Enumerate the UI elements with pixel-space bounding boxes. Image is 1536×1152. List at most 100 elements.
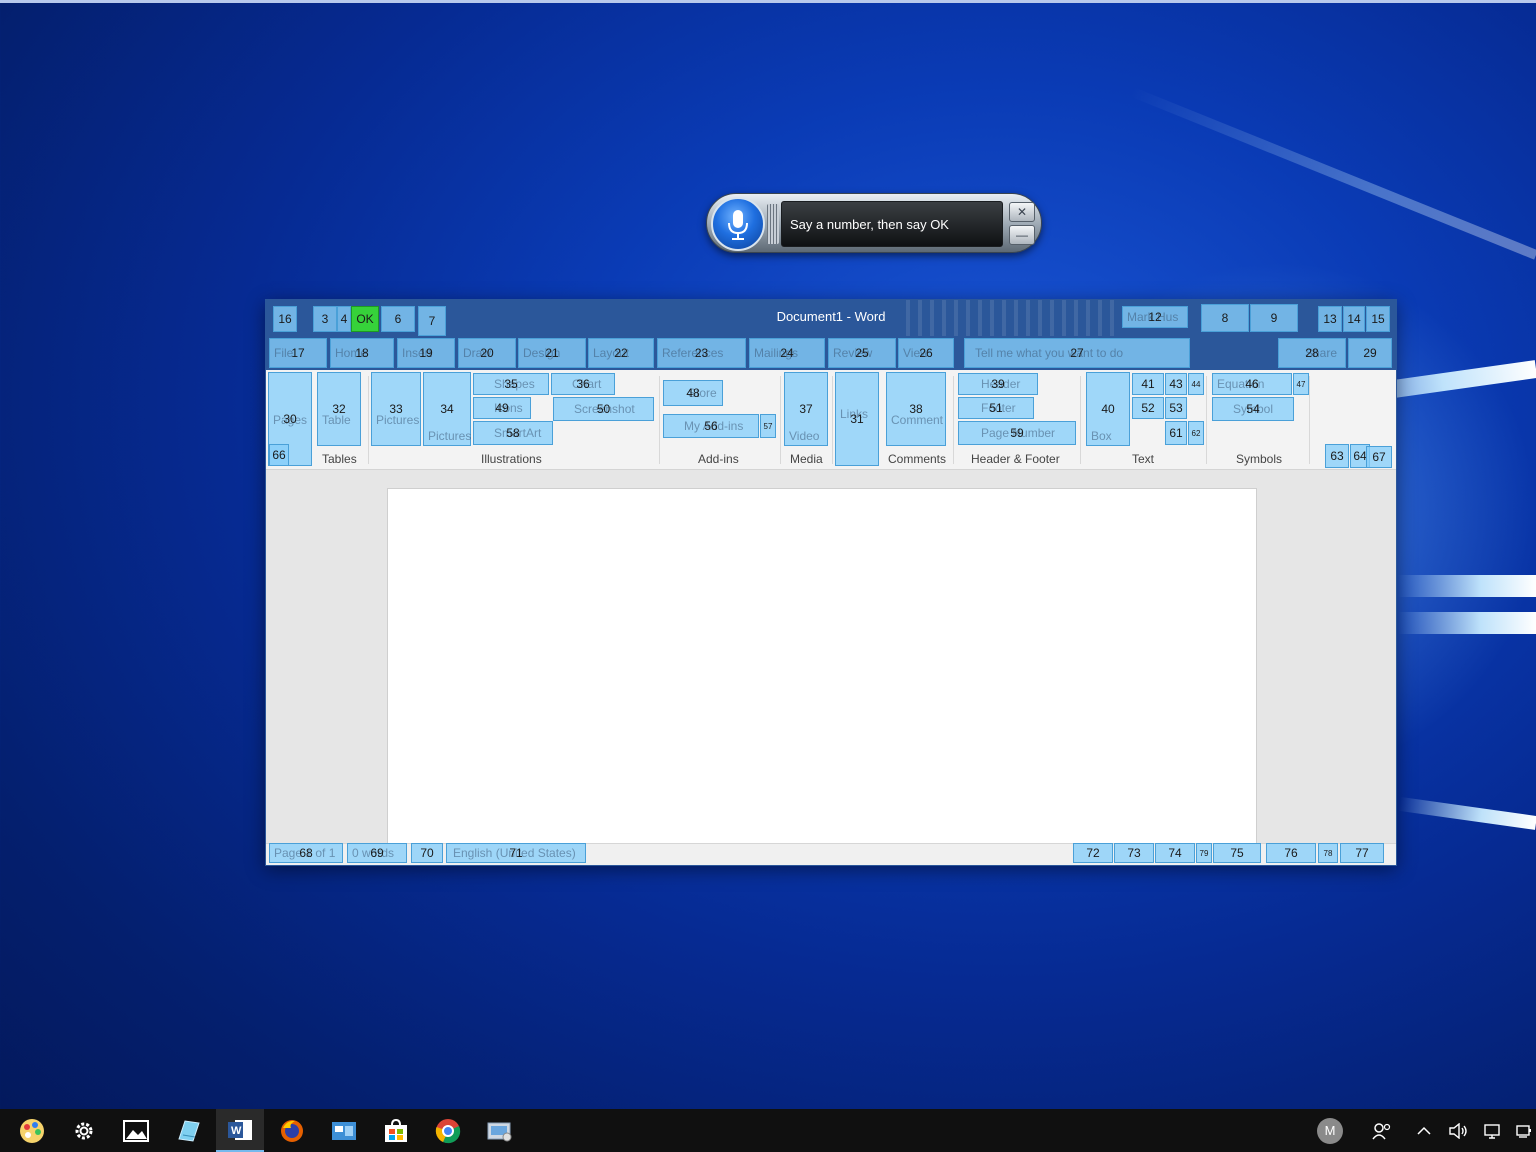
notepad-icon[interactable] bbox=[164, 1109, 212, 1152]
word-icon[interactable]: W bbox=[216, 1109, 264, 1152]
overlay-47-equation-dropdown[interactable]: 47 bbox=[1293, 373, 1309, 395]
overlay-14-restore[interactable]: 14 bbox=[1343, 306, 1365, 332]
overlay-39-header[interactable]: Header 39 bbox=[958, 373, 1038, 395]
overlay-16-save[interactable]: 16 bbox=[273, 306, 297, 332]
overlay-61-object[interactable]: 61 bbox=[1165, 421, 1187, 445]
overlay-8-ribbon-options[interactable]: 8 bbox=[1201, 304, 1249, 332]
overlay-57-my-addins-dropdown[interactable]: 57 bbox=[760, 414, 776, 438]
microphone-button[interactable] bbox=[711, 197, 765, 251]
overlay-72-focus-mode[interactable]: 72 bbox=[1073, 843, 1113, 863]
group-label-header-footer: Header & Footer bbox=[971, 452, 1060, 466]
paint-icon[interactable] bbox=[8, 1109, 56, 1152]
overlay-12-account[interactable]: Mark Hus 12 bbox=[1122, 306, 1188, 328]
overlay-58-smartart[interactable]: SmartArt 58 bbox=[473, 421, 553, 445]
document-page[interactable] bbox=[387, 488, 1257, 845]
overlay-25-tab-review[interactable]: Review 25 bbox=[828, 338, 896, 368]
overlay-67-ribbon-pin[interactable]: 67 bbox=[1366, 446, 1392, 468]
overlay-49-icons[interactable]: Icons 49 bbox=[473, 397, 531, 419]
network-icon[interactable] bbox=[1478, 1109, 1506, 1152]
overlay-32-table[interactable]: Table 32 bbox=[317, 372, 361, 446]
overlay-22-tab-layout[interactable]: Layout 22 bbox=[588, 338, 654, 368]
battery-icon[interactable] bbox=[1512, 1109, 1536, 1152]
overlay-27-tell-me[interactable]: Tell me what you want to do 27 bbox=[964, 338, 1190, 368]
overlay-59-page-number[interactable]: Page Number 59 bbox=[958, 421, 1076, 445]
overlay-4-undo-dropdown[interactable]: 4 bbox=[337, 306, 351, 332]
overlay-43-signature-line[interactable]: 43 bbox=[1165, 373, 1187, 395]
group-separator bbox=[780, 376, 781, 464]
overlay-38-comment[interactable]: Comment 38 bbox=[886, 372, 946, 446]
overlay-28-share[interactable]: Share 28 bbox=[1278, 338, 1346, 368]
overlay-24-tab-mailings[interactable]: Mailings 24 bbox=[749, 338, 825, 368]
overlay-number: 35 bbox=[504, 377, 518, 391]
overlay-17-tab-file[interactable]: File 17 bbox=[269, 338, 327, 368]
speech-recognition-bar[interactable]: Say a number, then say OK ✕ — bbox=[706, 193, 1042, 253]
overlay-71-language[interactable]: English (United States) 71 bbox=[446, 843, 586, 863]
overlay-20-tab-draw[interactable]: Draw 20 bbox=[458, 338, 516, 368]
overlay-41-quick-parts[interactable]: 41 bbox=[1132, 373, 1164, 395]
overlay-13-maximize[interactable]: 13 bbox=[1318, 306, 1342, 332]
settings-icon[interactable] bbox=[60, 1109, 108, 1152]
overlay-21-tab-design[interactable]: Design 21 bbox=[518, 338, 586, 368]
overlay-number: 39 bbox=[991, 377, 1005, 391]
overlay-54-symbol[interactable]: Symbol 54 bbox=[1212, 397, 1294, 421]
overlay-75-zoom-out[interactable]: 75 bbox=[1213, 843, 1261, 863]
overlay-29-comments-pane[interactable]: 29 bbox=[1348, 338, 1392, 368]
control-panel-icon[interactable] bbox=[476, 1109, 524, 1152]
overlay-7-customize-toolbar[interactable]: 7 bbox=[418, 306, 446, 336]
overlay-73-read-mode[interactable]: 73 bbox=[1114, 843, 1154, 863]
overlay-62-object-dropdown[interactable]: 62 bbox=[1188, 421, 1204, 445]
overlay-37-online-video[interactable]: Video 37 bbox=[784, 372, 828, 446]
overlay-63-collapse-ribbon[interactable]: 63 bbox=[1325, 444, 1349, 468]
overlay-51-footer[interactable]: Footer 51 bbox=[958, 397, 1034, 419]
account-avatar[interactable]: M bbox=[1314, 1109, 1346, 1152]
overlay-46-equation[interactable]: Equation 46 bbox=[1212, 373, 1292, 395]
overlay-35-shapes[interactable]: Shapes 35 bbox=[473, 373, 549, 395]
people-icon[interactable] bbox=[1368, 1109, 1396, 1152]
overlay-48-store[interactable]: Store 48 bbox=[663, 380, 723, 406]
overlay-9-minimize[interactable]: 9 bbox=[1250, 304, 1298, 332]
overlay-ok-redo[interactable]: OK bbox=[351, 306, 379, 332]
volume-icon[interactable] bbox=[1444, 1109, 1472, 1152]
overlay-50-screenshot[interactable]: Screenshot 50 bbox=[553, 397, 654, 421]
overlay-70-proofing[interactable]: 70 bbox=[411, 843, 443, 863]
overlay-36-chart[interactable]: Chart 36 bbox=[551, 373, 615, 395]
overlay-74-print-layout[interactable]: 74 bbox=[1155, 843, 1195, 863]
overlay-78-zoom-in[interactable]: 78 bbox=[1318, 843, 1338, 863]
firefox-icon[interactable] bbox=[268, 1109, 316, 1152]
overlay-79-web-layout[interactable]: 79 bbox=[1196, 843, 1212, 863]
speech-minimize-button[interactable]: — bbox=[1009, 225, 1035, 245]
chrome-icon[interactable] bbox=[424, 1109, 472, 1152]
photos-icon[interactable] bbox=[112, 1109, 160, 1152]
overlay-52-wordart[interactable]: 52 bbox=[1132, 397, 1164, 419]
overlay-56-my-addins[interactable]: My Add-ins 56 bbox=[663, 414, 759, 438]
overlay-number: 72 bbox=[1086, 846, 1100, 860]
overlay-23-tab-references[interactable]: References 23 bbox=[657, 338, 746, 368]
overlay-66-pages-lower[interactable]: 66 bbox=[269, 444, 289, 466]
overlay-15-close[interactable]: 15 bbox=[1366, 306, 1390, 332]
overlay-44-signature-dropdown[interactable]: 44 bbox=[1188, 373, 1204, 395]
overlay-number: 67 bbox=[1372, 450, 1386, 464]
overlay-53-date-time[interactable]: 53 bbox=[1165, 397, 1187, 419]
overlay-number: 36 bbox=[576, 377, 590, 391]
overlay-number: 33 bbox=[389, 402, 403, 416]
overlay-68-page-count[interactable]: Page 1 of 1 68 bbox=[269, 843, 343, 863]
overlay-3-undo[interactable]: 3 bbox=[313, 306, 337, 332]
overlay-40-text-box[interactable]: Box 40 bbox=[1086, 372, 1130, 446]
group-separator bbox=[1309, 376, 1310, 464]
file-explorer-icon[interactable] bbox=[320, 1109, 368, 1152]
overlay-76-zoom-slider[interactable]: 76 bbox=[1266, 843, 1316, 863]
overlay-77-zoom-level[interactable]: 77 bbox=[1340, 843, 1384, 863]
overlay-34-online-pictures[interactable]: Pictures 34 bbox=[423, 372, 471, 446]
overlay-18-tab-home[interactable]: Home 18 bbox=[330, 338, 394, 368]
group-label-addins: Add-ins bbox=[698, 452, 739, 466]
overlay-31-links[interactable]: Links 31 bbox=[835, 372, 879, 466]
speech-close-button[interactable]: ✕ bbox=[1009, 202, 1035, 222]
overlay-69-word-count[interactable]: 0 words 69 bbox=[347, 843, 407, 863]
store-icon[interactable] bbox=[372, 1109, 420, 1152]
speech-bar-grip[interactable] bbox=[767, 204, 779, 244]
chevron-up-icon[interactable] bbox=[1412, 1109, 1436, 1152]
overlay-33-pictures[interactable]: Pictures 33 bbox=[371, 372, 421, 446]
overlay-6-touch-mode[interactable]: 6 bbox=[381, 306, 415, 332]
overlay-19-tab-insert[interactable]: Insert 19 bbox=[397, 338, 455, 368]
overlay-26-tab-view[interactable]: View 26 bbox=[898, 338, 954, 368]
